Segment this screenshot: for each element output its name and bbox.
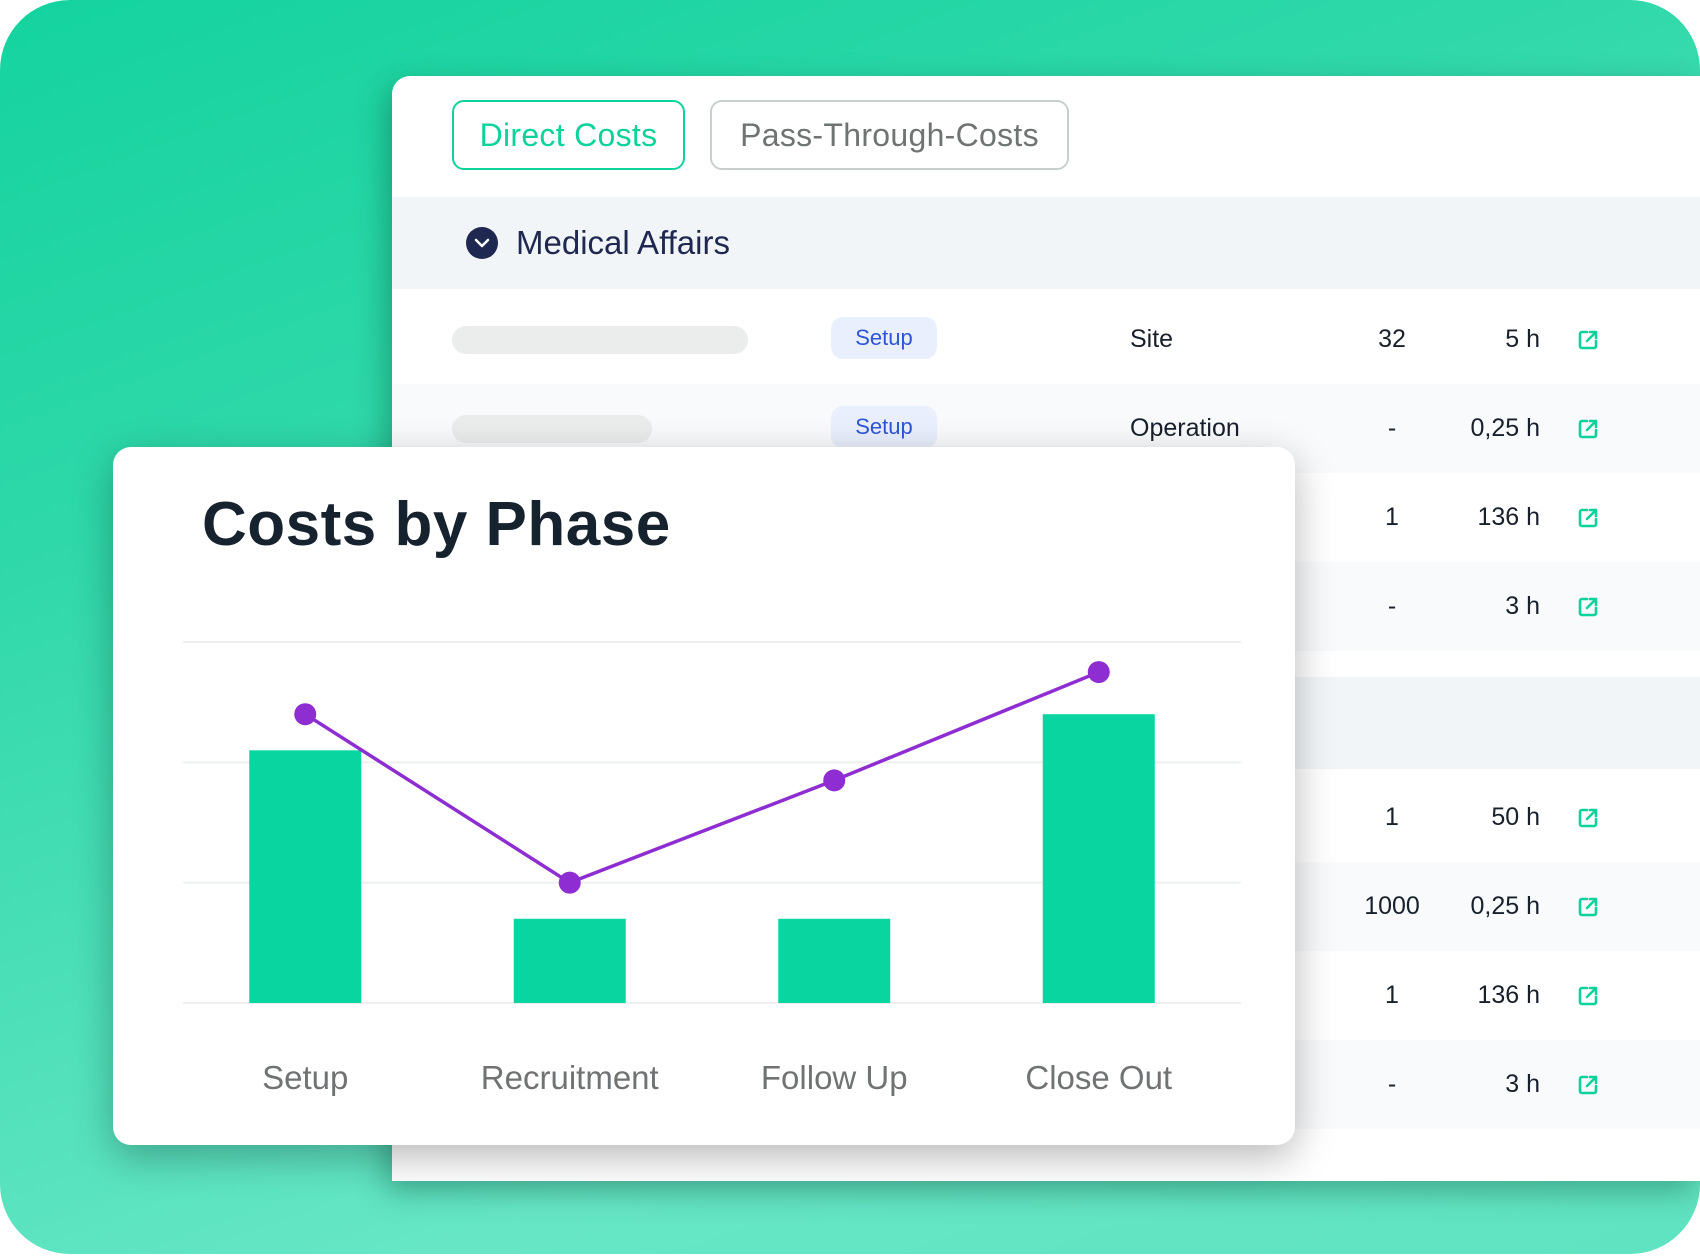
external-link-icon[interactable]: [1576, 895, 1600, 919]
hours-cell: 3 h: [1505, 592, 1540, 620]
line-point-recruitment[interactable]: [558, 871, 581, 894]
type-cell: Site: [1130, 325, 1174, 353]
hours-cell: 0,25 h: [1470, 414, 1540, 442]
bar-follow-up[interactable]: [778, 918, 891, 1003]
tab-pass-through-costs[interactable]: Pass-Through-Costs: [710, 100, 1069, 170]
external-link-icon[interactable]: [1576, 328, 1600, 352]
phase-badge: Setup: [831, 317, 937, 359]
skeleton-placeholder: [452, 326, 748, 354]
hours-cell: 5 h: [1505, 325, 1540, 353]
external-link-icon[interactable]: [1576, 417, 1600, 441]
quantity-cell: 32: [1378, 325, 1406, 353]
bar-close-out[interactable]: [1042, 714, 1155, 1003]
external-link-icon[interactable]: [1576, 506, 1600, 530]
quantity-cell: 1: [1385, 503, 1399, 531]
costs-by-phase-card: Costs by Phase Setup Recruitment Follow Up…: [113, 447, 1295, 1145]
trend-line: [304, 670, 1100, 885]
chevron-down-circle-icon[interactable]: [466, 227, 498, 259]
line-point-setup[interactable]: [294, 703, 317, 726]
hours-cell: 0,25 h: [1470, 892, 1540, 920]
x-tick-label: Setup: [262, 1059, 348, 1096]
tab-direct-costs[interactable]: Direct Costs: [452, 100, 685, 170]
external-link-icon[interactable]: [1576, 1073, 1600, 1097]
bar-recruitment[interactable]: [513, 918, 626, 1003]
x-tick-label: Recruitment: [481, 1059, 659, 1096]
hours-cell: 3 h: [1505, 1070, 1540, 1098]
line-point-follow-up[interactable]: [823, 769, 846, 792]
quantity-cell: -: [1387, 592, 1397, 620]
quantity-cell: 1: [1385, 981, 1399, 1009]
external-link-icon[interactable]: [1576, 595, 1600, 619]
x-tick-label: Close Out: [1025, 1059, 1172, 1096]
hours-cell: 136 h: [1477, 503, 1540, 531]
bar-setup[interactable]: [249, 750, 362, 1003]
phase-badge: Setup: [831, 406, 937, 448]
costs-by-phase-chart: Setup Recruitment Follow Up Close Out: [183, 641, 1241, 1096]
line-point-close-out[interactable]: [1087, 661, 1110, 684]
quantity-cell: 1000: [1364, 892, 1420, 920]
external-link-icon[interactable]: [1576, 806, 1600, 830]
quantity-cell: -: [1387, 414, 1397, 442]
hours-cell: 136 h: [1477, 981, 1540, 1009]
quantity-cell: 1: [1385, 803, 1399, 831]
section-header[interactable]: Medical Affairs: [392, 197, 1700, 289]
quantity-cell: -: [1387, 1070, 1397, 1098]
table-row[interactable]: Setup Site 32 5 h: [392, 295, 1700, 384]
skeleton-placeholder: [452, 415, 652, 443]
x-tick-label: Follow Up: [761, 1059, 908, 1096]
section-title: Medical Affairs: [516, 224, 730, 261]
hours-cell: 50 h: [1491, 803, 1540, 831]
external-link-icon[interactable]: [1576, 984, 1600, 1008]
section-title-row[interactable]: Medical Affairs: [466, 197, 730, 289]
